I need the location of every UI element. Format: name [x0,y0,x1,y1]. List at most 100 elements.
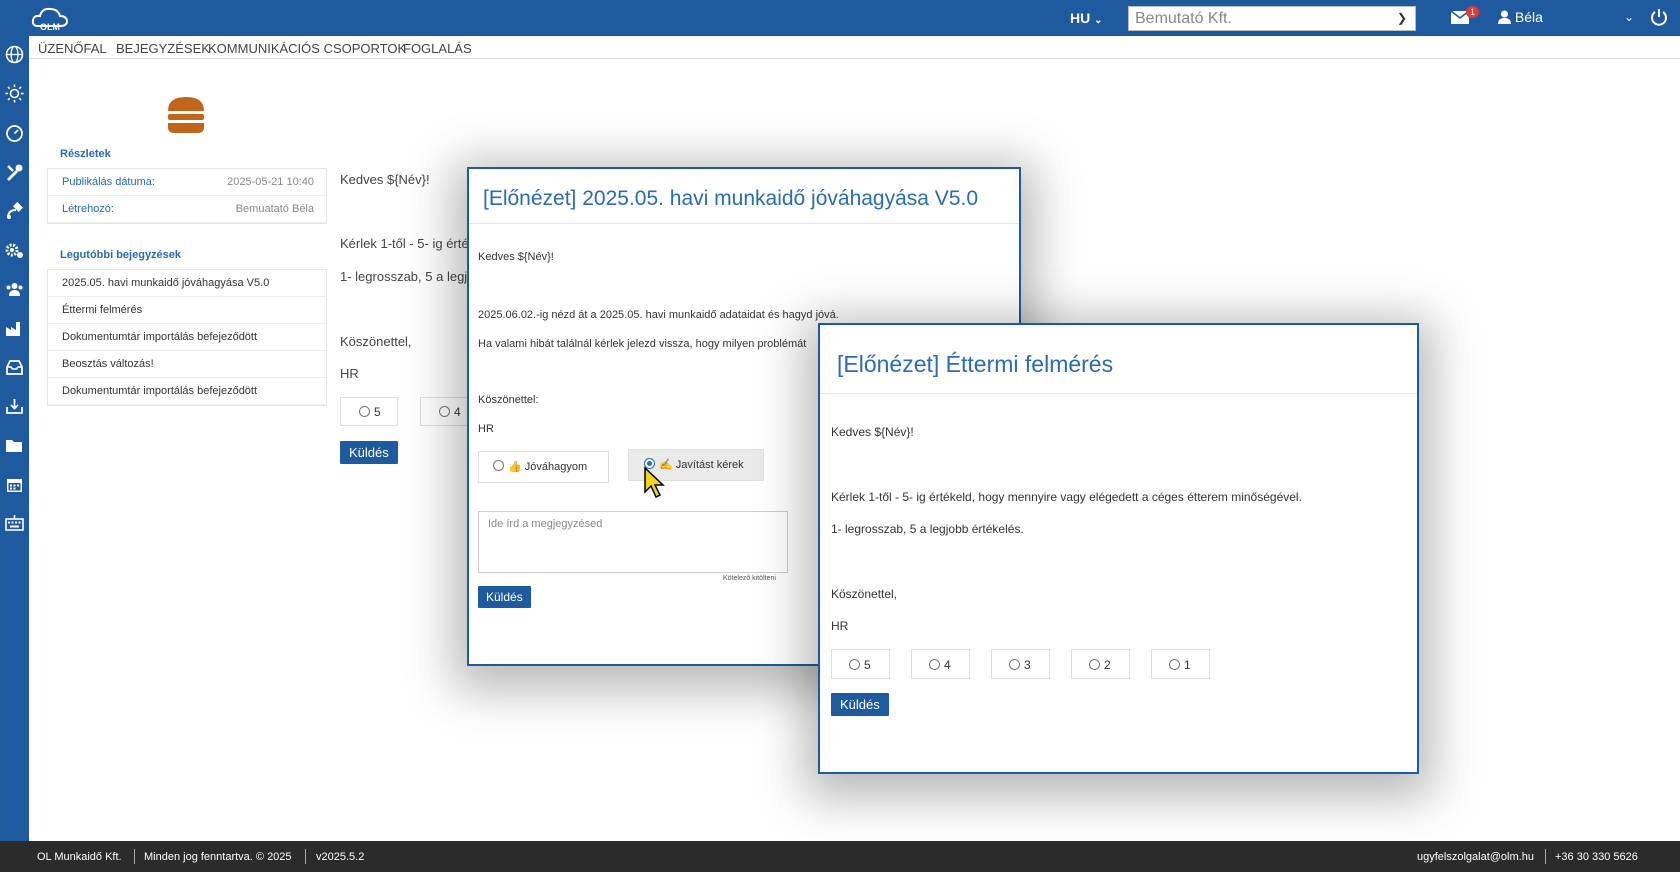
footer-version: v2025.5.2 [316,851,365,863]
company-select[interactable]: Bemutató Kft. ❯ [1128,6,1416,31]
detail-value: 2025-05-21 10:40 [227,176,314,188]
detail-label: Létrehozó: [62,203,114,215]
radio-icon [439,406,450,417]
detail-row: Publikálás dátuma: 2025-05-21 10:40 [48,169,326,196]
modal-greeting: Kedves ${Név}! [478,251,554,263]
olm-logo[interactable]: OLM [30,4,70,32]
recent-post-item[interactable]: 2025.05. havi munkaidő jóváhagyása V5.0 [48,270,326,297]
tools-icon[interactable] [5,163,24,182]
post-signature: HR [340,366,359,381]
rating-option-3[interactable]: 3 [991,649,1050,679]
radio-icon [1169,659,1180,670]
detail-value: Bemuatató Béla [235,203,314,215]
users-icon[interactable] [5,280,24,299]
burger-icon [168,97,204,133]
send-button[interactable]: Küldés [478,586,531,608]
menu-item-kommunikacios-csoportok[interactable]: KOMMUNIKÁCIÓS CSOPORTOK [208,41,406,56]
top-bar: OLM HU ⌄ Bemutató Kft. ❯ 1 Béla ⌄ [0,0,1680,36]
language-label: HU [1070,10,1091,26]
detail-label: Publikálás dátuma: [62,176,155,188]
calendar-icon[interactable] [5,475,24,494]
modal-line: 2025.06.02.-ig nézd át a 2025.05. havi m… [478,309,839,321]
modal-thanks: Köszönettel, [831,587,898,601]
recent-post-item[interactable]: Dokumentumtár importálás befejeződött [48,324,326,351]
user-icon [1498,10,1511,24]
folder-icon[interactable] [5,436,24,455]
mail-badge: 1 [1466,6,1480,18]
radio-icon [849,659,860,670]
recent-post-item[interactable]: Éttermi felmérés [48,297,326,324]
main-menu: ÜZENŐFAL BEJEGYZÉSEK KOMMUNIKÁCIÓS CSOPO… [29,36,1680,59]
chevron-down-icon[interactable]: ⌄ [1624,10,1634,24]
radio-icon [929,659,940,670]
inbox-icon[interactable] [5,358,24,377]
modal-title: [Előnézet] 2025.05. havi munkaidő jóváha… [483,187,979,210]
menu-item-foglalas[interactable]: FOGLALÁS [403,41,472,56]
rating-option-label: 3 [1024,658,1031,672]
modal-title: [Előnézet] Éttermi felmérés [837,351,1114,377]
rating-option-4[interactable]: 4 [911,649,970,679]
rating-option-label: 2 [1104,658,1111,672]
detail-row: Létrehozó: Bemuatató Béla [48,196,326,223]
option-label: Jóváhagyom [524,461,588,473]
rating-option-5[interactable]: 5 [831,649,890,679]
post-line: Kérlek 1-től - 5- ig érték [340,236,476,251]
logo-text: OLM [40,22,60,32]
recent-posts-title: Legutóbbi bejegyzések [60,249,182,261]
modal-thanks: Köszönettel: [478,394,539,406]
footer-company: OL Munkaidő Kft. [37,851,122,863]
rating-option-label: 5 [374,405,381,419]
footer: OL Munkaidő Kft. Minden jog fenntartva. … [0,841,1680,872]
user-name: Béla [1514,9,1543,25]
footer-divider [134,849,135,864]
rating-option-1[interactable]: 1 [1151,649,1210,679]
details-table: Publikálás dátuma: 2025-05-21 10:40 Létr… [47,168,327,224]
recent-post-item[interactable]: Beosztás változás! [48,351,326,378]
company-select-value: Bemutató Kft. [1135,10,1232,27]
rating-option-label: 5 [864,658,871,672]
keyboard-icon[interactable] [5,514,24,533]
recent-post-item[interactable]: Dokumentumtár importálás befejeződött [48,378,326,405]
radio-icon [359,406,370,417]
divider [820,393,1417,394]
modal-line: Ha valami hibát találnál kérlek jelezd v… [478,338,807,350]
language-selector[interactable]: HU ⌄ [1070,10,1103,26]
chevron-down-icon: ⌄ [1094,15,1103,26]
factory-icon[interactable] [5,319,24,338]
menu-item-bejegyzesek[interactable]: BEJEGYZÉSEK [116,41,210,56]
rating-option-label: 4 [454,405,461,419]
modal-line: 1- legrosszab, 5 a legjobb értékelés. [831,522,1024,536]
chevron-down-icon: ❯ [1396,11,1407,25]
footer-email[interactable]: ugyfelszolgalat@olm.hu [1417,851,1534,863]
menu-item-uzenofal[interactable]: ÜZENŐFAL [38,41,107,56]
modal-signature: HR [831,619,849,633]
cogs-icon[interactable] [5,241,24,260]
speedometer-icon[interactable] [5,124,24,143]
footer-divider [305,849,306,864]
post-line: 1- legrosszab, 5 a legjo [340,269,475,284]
satellite-icon[interactable] [5,202,24,221]
inbox-download-icon[interactable] [5,397,24,416]
sun-icon[interactable] [5,84,24,103]
comment-textarea[interactable]: Ide írd a megjegyzésed [478,511,788,573]
send-button[interactable]: Küldés [340,441,398,464]
footer-divider [1545,849,1546,864]
mouse-cursor-icon [644,466,665,499]
modal-line: Kérlek 1-től - 5- ig értékeld, hogy menn… [831,490,1302,504]
rating-option-2[interactable]: 2 [1071,649,1130,679]
power-icon[interactable] [1650,8,1668,26]
sidebar [0,36,29,841]
globe-icon[interactable] [5,45,24,64]
thumbs-up-icon: 👍 [508,461,522,473]
post-greeting: Kedves ${Név}! [340,172,430,187]
preview-modal-restaurant-survey: [Előnézet] Éttermi felmérés Kedves ${Név… [818,323,1419,774]
option-approve[interactable]: 👍 Jóváhagyom [478,451,609,483]
user-menu[interactable]: Béla [1498,9,1543,25]
modal-greeting: Kedves ${Név}! [831,425,914,439]
rating-option-label: 1 [1184,658,1191,672]
divider [469,223,1019,224]
required-note: Kötelező kitölteni [723,575,776,582]
rating-option-5[interactable]: 5 [340,397,398,426]
footer-phone[interactable]: +36 30 330 5626 [1555,851,1638,863]
send-button[interactable]: Küldés [831,693,889,716]
